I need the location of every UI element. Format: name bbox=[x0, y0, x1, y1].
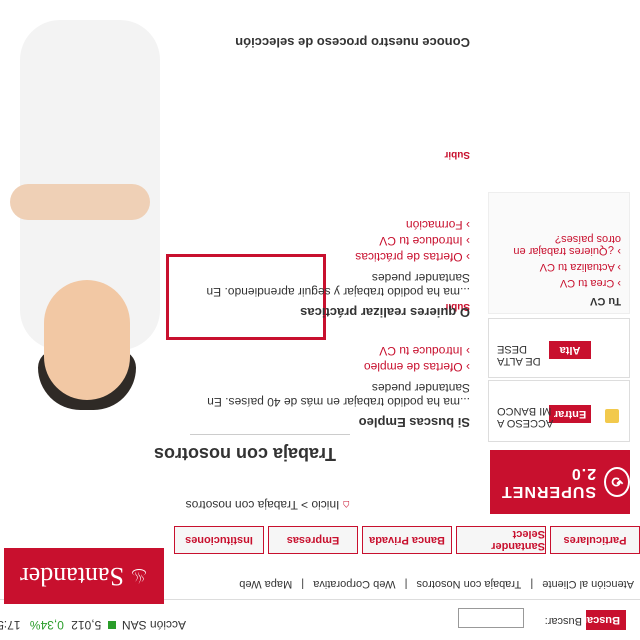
breadcrumb-current: Trabaja con nosotros bbox=[185, 498, 298, 512]
section-practicas-text: ...ma ha podido trabajar y seguir aprend… bbox=[206, 270, 470, 299]
search-label: Buscar: bbox=[544, 615, 582, 627]
tu-cv-box: Tu CV Crea tu CV Actualiza tu CV ¿Quiere… bbox=[488, 192, 630, 314]
alta-text: DE ALTA DESE bbox=[497, 343, 541, 367]
access-line2: MI BANCO bbox=[497, 405, 552, 417]
flame-icon: ♨ bbox=[130, 564, 148, 587]
breadcrumb-home[interactable]: Inicio bbox=[311, 498, 339, 512]
page: Buscar Buscar: Acción SAN 5,012 0,34% 17… bbox=[0, 0, 640, 640]
section-practicas-links: Ofertas de prácticas Introduce tu CV For… bbox=[170, 218, 470, 264]
section-practicas: O quieres realizar prácticas ...ma ha po… bbox=[170, 149, 470, 320]
up-arrow-icon bbox=[107, 621, 116, 629]
tab-select[interactable]: Santander Select bbox=[456, 526, 546, 554]
section-empleo: Si buscas Empleo ...ma ha podido trabaja… bbox=[170, 301, 470, 430]
tu-cv-heading: Tu CV bbox=[590, 295, 621, 307]
title-divider bbox=[190, 434, 350, 435]
search-input[interactable] bbox=[458, 608, 524, 628]
link-introduce-cv[interactable]: Introduce tu CV bbox=[170, 344, 470, 358]
lock-icon bbox=[605, 409, 619, 423]
page-title: Trabaja con nosotros bbox=[153, 444, 336, 464]
home-icon[interactable]: ⌂ bbox=[343, 498, 350, 512]
section-empleo-links: Ofertas de empleo Introduce tu CV bbox=[170, 344, 470, 374]
alta-box: Alta DE ALTA DESE bbox=[488, 318, 630, 378]
main-tabs: Particulares Santander Select Banca Priv… bbox=[170, 526, 640, 554]
link-crea-cv[interactable]: Crea tu CV bbox=[497, 277, 621, 289]
logo-text: Santander bbox=[20, 562, 125, 591]
link-corporativa[interactable]: Web Corporativa bbox=[313, 578, 395, 590]
brand-logo[interactable]: ♨ Santander bbox=[4, 548, 164, 604]
subir-link-2[interactable]: Subir bbox=[444, 149, 470, 160]
breadcrumb: ⌂ Inicio > Trabaja con nosotros bbox=[186, 498, 350, 512]
link-actualiza-cv[interactable]: Actualiza tu CV bbox=[497, 261, 621, 273]
face bbox=[44, 280, 130, 400]
link-trabaja[interactable]: Trabaja con Nosotros bbox=[417, 578, 522, 590]
access-text: ACCESO A MI BANCO bbox=[497, 405, 553, 429]
tab-particulares[interactable]: Particulares bbox=[550, 526, 640, 554]
search-area: Buscar Buscar: bbox=[450, 608, 630, 630]
section-empleo-heading: Si buscas Empleo bbox=[358, 415, 470, 430]
supernet-ring-icon: ⟲ bbox=[604, 467, 630, 497]
alta-line1: DE ALTA bbox=[497, 355, 541, 367]
section-practicas-heading: O quieres realizar prácticas bbox=[300, 305, 470, 320]
tab-banca-privada[interactable]: Banca Privada bbox=[362, 526, 452, 554]
top-bar: Buscar Buscar: Acción SAN 5,012 0,34% 17… bbox=[0, 599, 640, 640]
link-mapa[interactable]: Mapa Web bbox=[239, 578, 292, 590]
link-introduce-cv-2[interactable]: Introduce tu CV bbox=[170, 234, 470, 248]
link-formacion[interactable]: Formación bbox=[170, 218, 470, 232]
section-empleo-text: ...ma ha podido trabajar en más de 40 pa… bbox=[207, 380, 470, 409]
access-box: Entrar ACCESO A MI BANCO bbox=[488, 380, 630, 442]
link-atencion[interactable]: Atención al Cliente bbox=[542, 578, 634, 590]
enter-button[interactable]: Entrar bbox=[549, 405, 591, 423]
stock-name: Acción SAN bbox=[121, 618, 186, 632]
section-proceso-heading: Conoce nuestro proceso de selección bbox=[235, 35, 470, 50]
search-button[interactable]: Buscar bbox=[583, 610, 626, 630]
link-ofertas-empleo[interactable]: Ofertas de empleo bbox=[170, 360, 470, 374]
right-sidebar: ⟲ SUPERNET 2.0 Entrar ACCESO A MI BANCO … bbox=[488, 10, 640, 520]
tab-instituciones[interactable]: Instituciones bbox=[174, 526, 264, 554]
stock-ticker: Acción SAN 5,012 0,34% 17:55 bbox=[0, 618, 186, 632]
supernet-text: SUPERNET 2.0 bbox=[500, 465, 597, 500]
access-line1: ACCESO A bbox=[497, 417, 554, 429]
arm bbox=[10, 184, 150, 220]
link-ofertas-practicas[interactable]: Ofertas de prácticas bbox=[170, 250, 470, 264]
section-proceso: Conoce nuestro proceso de selección bbox=[170, 35, 470, 50]
stock-time: 17:55 bbox=[0, 618, 21, 632]
stock-change: 0,34% bbox=[29, 618, 64, 632]
hero-person-photo bbox=[0, 0, 170, 410]
tab-empresas[interactable]: Empresas bbox=[268, 526, 358, 554]
alta-button[interactable]: Alta bbox=[549, 341, 591, 359]
supernet-banner[interactable]: ⟲ SUPERNET 2.0 bbox=[490, 450, 630, 514]
link-trabajar-otros-paises[interactable]: ¿Quieres trabajar en otros países? bbox=[497, 233, 621, 257]
stock-price: 5,012 bbox=[71, 618, 102, 632]
alta-line2: DESE bbox=[497, 343, 527, 355]
breadcrumb-separator: > bbox=[297, 498, 309, 512]
